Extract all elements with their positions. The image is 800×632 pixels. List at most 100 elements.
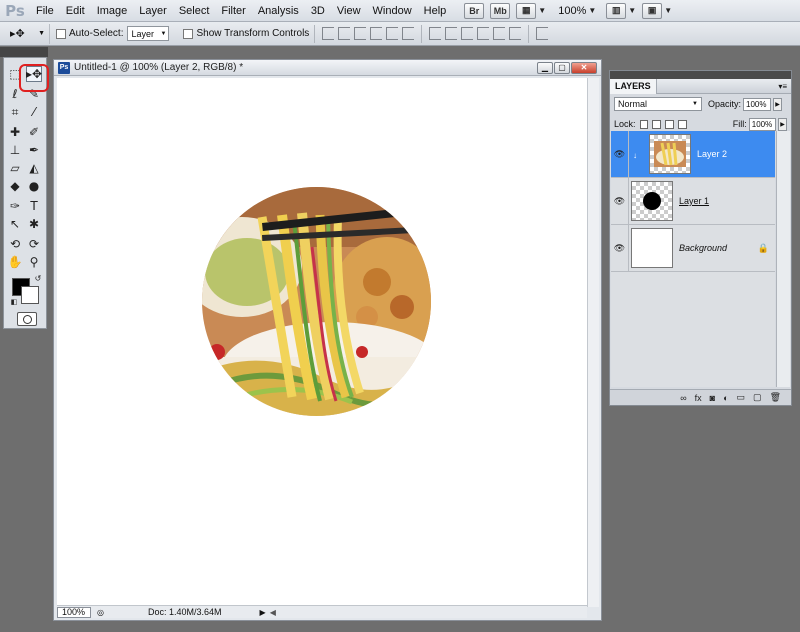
menu-help[interactable]: Help — [418, 0, 453, 22]
3d-rotate-tool-icon[interactable]: ⟲ — [7, 236, 23, 252]
auto-align-layers-icon[interactable] — [536, 27, 549, 40]
brush-tool-icon[interactable]: ✐ — [26, 124, 42, 140]
custom-shape-tool-icon[interactable]: ✱ — [26, 216, 42, 232]
minibridge-button[interactable]: Mb — [490, 2, 511, 19]
align-bottom-icon[interactable] — [354, 27, 367, 40]
align-right-icon[interactable] — [402, 27, 415, 40]
visibility-eye-icon[interactable]: 👁 — [611, 177, 629, 225]
align-left-icon[interactable] — [370, 27, 383, 40]
layer-row-layer1[interactable]: 👁 Layer 1 — [611, 177, 775, 225]
opacity-slider-button[interactable]: ▶ — [773, 97, 783, 111]
menu-image[interactable]: Image — [91, 0, 134, 22]
align-hcenter-icon[interactable] — [386, 27, 399, 40]
layer-row-layer2[interactable]: 👁 ↓ Layer 2 — [611, 130, 775, 178]
trash-icon[interactable]: 🗑 — [770, 392, 781, 403]
distribute-vcenter-icon[interactable] — [445, 27, 458, 40]
show-transform-checkbox[interactable] — [183, 28, 194, 39]
scroll-left-icon[interactable]: ◀ — [270, 608, 276, 617]
menu-analysis[interactable]: Analysis — [252, 0, 305, 22]
path-selection-tool-icon[interactable]: ↖ — [7, 216, 23, 232]
menu-edit[interactable]: Edit — [60, 0, 91, 22]
adjustment-layer-icon[interactable]: ◐ — [723, 393, 728, 403]
menu-select[interactable]: Select — [173, 0, 216, 22]
blur-tool-icon[interactable]: ◆ — [7, 178, 23, 194]
quick-mask-button[interactable] — [17, 312, 37, 326]
fill-input[interactable]: 100% — [748, 117, 777, 131]
blend-mode-dropdown[interactable]: Normal ▼ — [614, 97, 702, 111]
fill-slider-button[interactable]: ▶ — [778, 117, 787, 131]
distribute-left-icon[interactable] — [477, 27, 490, 40]
eraser-tool-icon[interactable]: ▱ — [7, 160, 23, 176]
paint-bucket-tool-icon[interactable]: ◭ — [26, 160, 42, 176]
bridge-button[interactable]: Br — [464, 2, 485, 19]
auto-select-dropdown[interactable]: Layer ▼ — [127, 26, 170, 41]
visibility-eye-icon[interactable]: 👁 — [611, 224, 629, 272]
vertical-scrollbar[interactable] — [587, 78, 599, 607]
menu-view[interactable]: View — [331, 0, 367, 22]
healing-brush-tool-icon[interactable]: ✚ — [7, 124, 23, 140]
maximize-button[interactable]: ▢ — [554, 61, 570, 74]
chevron-down-icon[interactable]: ▼ — [538, 6, 546, 15]
eyedropper-tool-icon[interactable]: ⁄ — [26, 104, 42, 120]
distribute-hcenter-icon[interactable] — [493, 27, 506, 40]
toolbox-collapse-strip[interactable] — [0, 47, 48, 57]
view-extras-button[interactable]: ▦ — [516, 2, 537, 19]
crop-tool-icon[interactable]: ⌗ — [7, 104, 23, 120]
new-group-icon[interactable]: ▭ — [737, 392, 746, 403]
history-brush-tool-icon[interactable]: ✒ — [26, 142, 42, 158]
distribute-bottom-icon[interactable] — [461, 27, 474, 40]
layer-row-background[interactable]: 👁 Background 🔒 — [611, 224, 775, 272]
menu-3d[interactable]: 3D — [305, 0, 331, 22]
chevron-down-icon[interactable]: ▼ — [628, 6, 636, 15]
document-title-bar[interactable]: Ps Untitled-1 @ 100% (Layer 2, RGB/8) * … — [54, 60, 601, 76]
clone-stamp-tool-icon[interactable]: ⊥ — [7, 142, 23, 158]
opacity-input[interactable]: 100% — [743, 97, 772, 111]
swap-colors-icon[interactable]: ↺ — [30, 270, 46, 286]
type-tool-icon[interactable]: T — [26, 198, 42, 214]
align-vcenter-icon[interactable] — [338, 27, 351, 40]
pen-tool-icon[interactable]: ✑ — [7, 198, 23, 214]
link-layers-icon[interactable]: ∞ — [680, 393, 686, 403]
canvas[interactable] — [57, 78, 587, 607]
zoom-field[interactable]: 100% — [57, 606, 91, 618]
dodge-tool-icon[interactable]: ● — [26, 178, 42, 194]
background-color-swatch[interactable] — [21, 286, 39, 304]
arrange-documents-button[interactable]: ▥ — [606, 2, 627, 19]
screen-mode-button[interactable]: ▣ — [642, 2, 663, 19]
new-layer-icon[interactable]: ▢ — [753, 392, 762, 403]
visibility-eye-icon[interactable]: 👁 — [611, 130, 629, 178]
layer-name: Layer 2 — [697, 149, 728, 159]
menu-layer[interactable]: Layer — [133, 0, 173, 22]
add-mask-icon[interactable]: ◙ — [710, 393, 715, 403]
zoom-level[interactable]: 100% — [558, 5, 586, 17]
tab-layers[interactable]: LAYERS — [610, 78, 657, 94]
lock-image-icon[interactable] — [652, 119, 662, 129]
menu-filter[interactable]: Filter — [215, 0, 251, 22]
status-menu-arrow-icon[interactable]: ▶ — [260, 608, 266, 617]
status-icon[interactable]: ◎ — [97, 608, 104, 617]
chevron-down-icon[interactable]: ▼ — [664, 6, 672, 15]
panel-collapse-strip[interactable] — [610, 71, 791, 79]
lock-transparent-icon[interactable] — [639, 119, 649, 129]
layer-style-icon[interactable]: fx — [695, 393, 702, 403]
distribute-top-icon[interactable] — [429, 27, 442, 40]
menu-window[interactable]: Window — [367, 0, 418, 22]
move-tool-highlight-annotation — [19, 64, 49, 92]
panel-menu-icon[interactable]: ▾≡ — [778, 82, 787, 91]
hand-tool-icon[interactable]: ✋ — [7, 254, 23, 270]
layers-scrollbar[interactable] — [776, 131, 790, 387]
3d-orbit-tool-icon[interactable]: ⟳ — [26, 236, 42, 252]
zoom-tool-icon[interactable]: ⚲ — [26, 254, 42, 270]
auto-select-checkbox[interactable] — [56, 28, 66, 39]
lock-all-icon[interactable] — [677, 119, 687, 129]
align-top-icon[interactable] — [322, 27, 335, 40]
close-button[interactable]: ✕ — [571, 61, 597, 74]
lock-icon: 🔒 — [757, 243, 769, 253]
menu-file[interactable]: File — [30, 0, 60, 22]
minimize-button[interactable]: ▁ — [537, 61, 553, 74]
distribute-right-icon[interactable] — [509, 27, 522, 40]
lock-position-icon[interactable] — [665, 119, 674, 129]
tool-preset-picker[interactable]: ▸✥ ▼ — [6, 23, 50, 44]
default-colors-icon[interactable]: ◧ — [6, 294, 22, 310]
chevron-down-icon[interactable]: ▼ — [588, 6, 596, 15]
